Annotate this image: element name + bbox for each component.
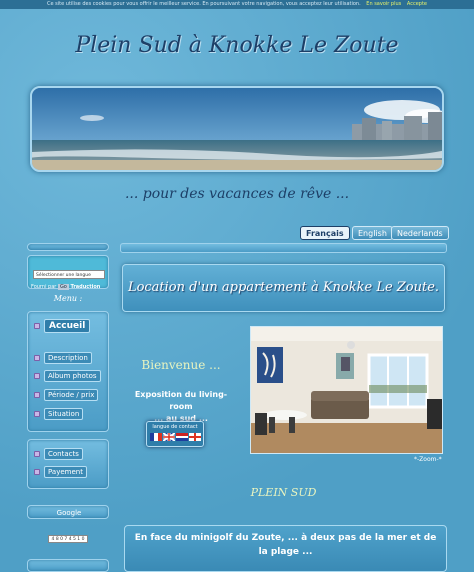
intro-line-1: En face du minigolf du Zoute, ... à deux… [134, 533, 437, 543]
intro-panel: En face du minigolf du Zoute, ... à deux… [124, 525, 447, 572]
translate-widget: Sélectionner une langue Fourni par Go Tr… [27, 255, 109, 290]
menu-label[interactable]: Payement [44, 465, 87, 478]
menu-bullet-icon [34, 391, 40, 398]
site-title: Plein Sud à Knokke Le Zoute [75, 33, 399, 58]
menu-bullet-icon [34, 354, 40, 361]
menu-label[interactable]: Accueil [44, 318, 91, 333]
netherlands-flag-icon[interactable] [175, 433, 188, 442]
google-box: Google [27, 505, 109, 519]
menu-bullet-icon [34, 372, 40, 379]
lang-francais-button[interactable]: Français [300, 226, 350, 240]
cookie-accept-link[interactable]: Accepte [407, 1, 427, 7]
welcome-heading: Bienvenue ... [141, 358, 221, 372]
contact-language-label: langue de contact [152, 424, 198, 430]
plein-sud-heading: PLEIN SUD [250, 486, 317, 499]
translate-prefix: Fourni par [31, 284, 57, 290]
sidebar-top-strip [27, 243, 109, 251]
main-content: Bienvenue ... Exposition du living-room … [120, 316, 447, 572]
menu-item-contacts[interactable]: Contacts [34, 447, 83, 460]
uk-flag-icon[interactable] [162, 433, 175, 441]
translate-label: Traduction [70, 284, 101, 290]
exposition-text: Exposition du living-room ... au sud ... [126, 389, 236, 425]
menu-bullet-icon [34, 322, 40, 329]
google-label[interactable]: Google [28, 509, 110, 517]
england-flag-icon[interactable] [188, 433, 201, 441]
menu-bullet-icon [34, 468, 40, 475]
zoom-link[interactable]: *-Zoom-* [414, 456, 442, 463]
site-subtitle: ... pour des vacances de rêve ... [124, 186, 350, 202]
visit-counter: 4 8 0 7 4 5 1 0 [48, 535, 88, 543]
menu-label[interactable]: Album photos [44, 369, 101, 382]
menu-label[interactable]: Période / prix [44, 388, 99, 401]
lang-nederlands-button[interactable]: Nederlands [391, 226, 449, 240]
contact-language-box: langue de contact [146, 421, 204, 447]
lang-english-button[interactable]: English [352, 226, 393, 240]
living-room-photo[interactable] [250, 326, 443, 454]
cookie-more-link[interactable]: En savoir plus [366, 1, 401, 7]
translate-row: Fourni par Go Traduction [31, 284, 100, 290]
intro-line-2: la plage ... [258, 547, 313, 557]
menu-item-description[interactable]: Description [34, 351, 92, 364]
menu-item-situation[interactable]: Situation [34, 407, 84, 420]
menu-heading: Menu : [53, 294, 83, 303]
menu-bullet-icon [34, 450, 40, 457]
language-select[interactable]: Sélectionner une langue [33, 270, 105, 279]
menu-box-main: Accueil Description Album photos Période… [27, 311, 109, 432]
menu-label[interactable]: Contacts [44, 447, 83, 460]
menu-label[interactable]: Description [44, 351, 92, 364]
flags-row [147, 433, 203, 442]
beach-banner-image [30, 86, 444, 172]
cookie-bar: Ce site utilise des cookies pour vous of… [0, 0, 474, 9]
cookie-text: Ce site utilise des cookies pour vous of… [47, 1, 361, 7]
france-flag-icon[interactable] [149, 433, 162, 441]
translate-go-button[interactable]: Go [57, 284, 69, 290]
menu-item-album-photos[interactable]: Album photos [34, 369, 101, 382]
main-top-strip [120, 243, 447, 253]
menu-item-periode-prix[interactable]: Période / prix [34, 388, 99, 401]
exposition-line-1: Exposition du living-room [134, 390, 228, 411]
location-title: Location d'un appartement à Knokke Le Zo… [122, 264, 445, 312]
menu-label[interactable]: Situation [44, 407, 84, 420]
menu-item-accueil[interactable]: Accueil [34, 318, 91, 333]
sidebar-bottom-box [27, 559, 109, 572]
menu-item-payement[interactable]: Payement [34, 465, 87, 478]
menu-bullet-icon [34, 410, 40, 417]
menu-box-contact: Contacts Payement [27, 439, 109, 489]
